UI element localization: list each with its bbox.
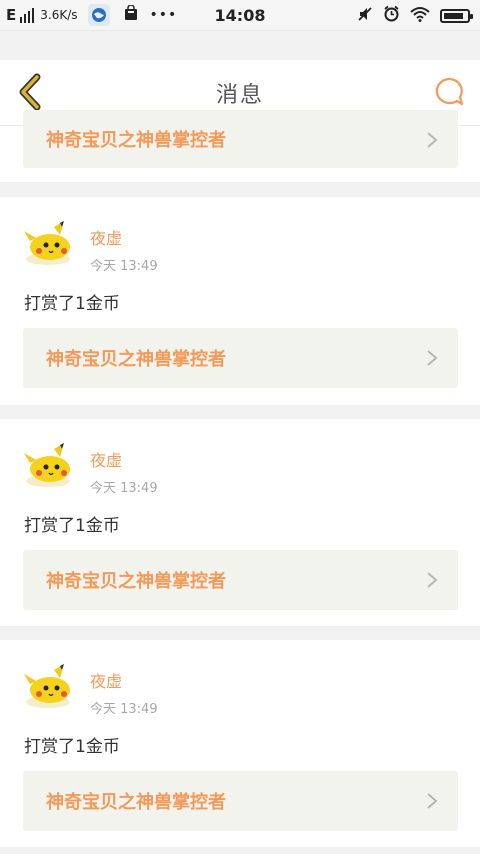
network-type: E [6, 6, 17, 24]
status-bar: E 3.6K/s ••• 14:08 [0, 0, 480, 31]
chat-bubble-icon [435, 77, 464, 106]
message-card: 夜虚 今天 13:49 打赏了1金币 神奇宝贝之神兽掌控者 [0, 197, 480, 405]
chat-button[interactable] [430, 72, 470, 112]
message-text: 打赏了1金币 [24, 516, 120, 536]
username[interactable]: 夜虚 [90, 447, 158, 471]
avatar[interactable] [24, 664, 76, 710]
message-user-info: 夜虚 今天 13:49 [90, 221, 158, 274]
status-right [357, 5, 473, 26]
battery-icon [440, 8, 473, 23]
username[interactable]: 夜虚 [90, 225, 158, 249]
back-chevron-icon [19, 73, 41, 111]
novel-link[interactable]: 神奇宝贝之神兽掌控者 [23, 550, 458, 610]
page-title: 消息 [215, 82, 264, 108]
message-header: 夜虚 今天 13:49 [24, 443, 158, 496]
message-text: 打赏了1金币 [24, 294, 120, 314]
status-left: E 3.6K/s ••• [0, 4, 177, 26]
bag-icon [124, 4, 138, 25]
novel-link[interactable]: 神奇宝贝之神兽掌控者 [23, 328, 458, 388]
signal-icon [20, 7, 35, 23]
message-card: 夜虚 今天 13:49 打赏了1金币 神奇宝贝之神兽掌控者 [0, 419, 480, 626]
timestamp: 今天 13:49 [90, 259, 158, 274]
mute-icon [357, 6, 373, 26]
username[interactable]: 夜虚 [90, 668, 158, 692]
message-header: 夜虚 今天 13:49 [24, 221, 158, 274]
message-text: 打赏了1金币 [24, 737, 120, 757]
alarm-icon [383, 5, 400, 26]
message-user-info: 夜虚 今天 13:49 [90, 664, 158, 717]
message-card-partial: 神奇宝贝之神兽掌控者 [0, 110, 480, 182]
novel-link-label: 神奇宝贝之神兽掌控者 [46, 349, 226, 370]
browser-app-icon [87, 4, 110, 26]
timestamp: 今天 13:49 [90, 702, 158, 717]
message-header: 夜虚 今天 13:49 [24, 664, 158, 717]
chevron-right-icon [427, 572, 438, 588]
novel-link-label: 神奇宝贝之神兽掌控者 [46, 792, 226, 813]
message-card: 夜虚 今天 13:49 打赏了1金币 神奇宝贝之神兽掌控者 [0, 640, 480, 847]
timestamp: 今天 13:49 [90, 481, 158, 496]
message-user-info: 夜虚 今天 13:49 [90, 443, 158, 496]
avatar[interactable] [24, 443, 76, 489]
chevron-right-icon [427, 350, 438, 366]
network-speed: 3.6K/s [40, 8, 78, 22]
novel-link-label: 神奇宝贝之神兽掌控者 [46, 130, 226, 151]
novel-link[interactable]: 神奇宝贝之神兽掌控者 [23, 771, 458, 831]
novel-link[interactable]: 神奇宝贝之神兽掌控者 [23, 110, 458, 168]
more-dots: ••• [149, 7, 178, 23]
chevron-right-icon [427, 793, 438, 809]
back-button[interactable] [10, 70, 50, 114]
avatar[interactable] [24, 221, 76, 267]
novel-link-label: 神奇宝贝之神兽掌控者 [46, 571, 226, 592]
wifi-icon [410, 6, 430, 26]
chevron-right-icon [427, 132, 438, 148]
